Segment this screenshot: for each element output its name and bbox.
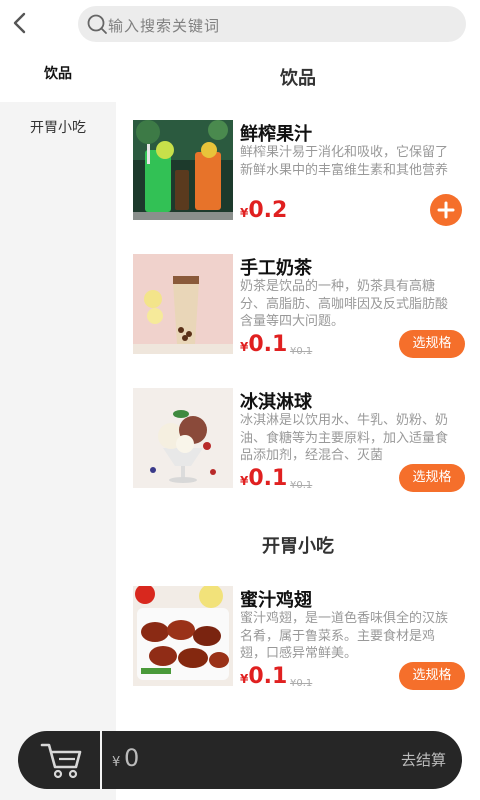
product-name: 蜜汁鸡翅 bbox=[240, 590, 312, 611]
product-image-juice bbox=[133, 120, 233, 220]
product-price: ¥0.1 bbox=[240, 332, 288, 357]
checkout-button[interactable]: 去结算 bbox=[401, 749, 446, 770]
original-price: ¥0.1 bbox=[290, 346, 313, 357]
section-title-snacks: 开胃小吃 bbox=[262, 536, 334, 557]
product-price: ¥0.2 bbox=[240, 198, 288, 223]
product-description: 鲜榨果汁易于消化和吸收，它保留了新鲜水果中的丰富维生素和其他营养 bbox=[240, 145, 449, 178]
product-image-ice-cream bbox=[133, 388, 233, 488]
product-description: 蜜汁鸡翅，是一道色香味俱全的汉族名肴，属于鲁菜系。主要食材是鸡翅，口感异常鲜美。 bbox=[240, 611, 449, 661]
add-to-cart-button[interactable] bbox=[430, 194, 462, 226]
original-price: ¥0.1 bbox=[290, 480, 313, 491]
product-image-chicken-wings bbox=[133, 586, 233, 686]
product-card[interactable]: 冰淇淋球 冰淇淋是以饮用水、牛乳、奶粉、奶油、食糖等为主要原料，加入适量食品添加… bbox=[116, 388, 480, 498]
product-description: 冰淇淋是以饮用水、牛乳、奶粉、奶油、食糖等为主要原料，加入适量食品添加剂，经混合… bbox=[240, 413, 449, 463]
section-title-drinks: 饮品 bbox=[280, 68, 316, 89]
search-icon bbox=[87, 14, 107, 34]
product-name: 手工奶茶 bbox=[240, 258, 312, 279]
cart-icon bbox=[40, 743, 82, 779]
product-list: 饮品 鲜榨果汁 鲜榨果汁易于消化和吸收，它保留了新鲜水果中的丰富维生素和其他营养… bbox=[116, 46, 480, 800]
original-price: ¥0.1 bbox=[290, 678, 313, 689]
product-card[interactable]: 蜜汁鸡翅 蜜汁鸡翅，是一道色香味俱全的汉族名肴，属于鲁菜系。主要食材是鸡翅，口感… bbox=[116, 586, 480, 696]
product-price: ¥0.1 bbox=[240, 664, 288, 689]
sidebar-item-snacks[interactable]: 开胃小吃 bbox=[0, 100, 116, 156]
product-description: 奶茶是饮品的一种，奶茶具有高糖分、高脂肪、高咖啡因及反式脂肪酸含量等四大问题。 bbox=[240, 279, 449, 329]
cart-summary: ¥ 0 去结算 bbox=[102, 731, 462, 789]
cart-currency: ¥ bbox=[112, 755, 121, 770]
cart-total: 0 bbox=[124, 744, 140, 772]
product-card[interactable]: 手工奶茶 奶茶是饮品的一种，奶茶具有高糖分、高脂肪、高咖啡因及反式脂肪酸含量等四… bbox=[116, 254, 480, 364]
product-name: 冰淇淋球 bbox=[240, 392, 312, 413]
select-spec-button[interactable]: 选规格 bbox=[399, 464, 465, 492]
category-sidebar: 饮品 开胃小吃 bbox=[0, 46, 116, 800]
select-spec-button[interactable]: 选规格 bbox=[399, 330, 465, 358]
top-bar: 输入搜索关键词 bbox=[0, 0, 480, 46]
product-price: ¥0.1 bbox=[240, 466, 288, 491]
product-image-milk-tea bbox=[133, 254, 233, 354]
sidebar-item-drinks[interactable]: 饮品 bbox=[0, 46, 116, 102]
select-spec-button[interactable]: 选规格 bbox=[399, 662, 465, 690]
search-input[interactable]: 输入搜索关键词 bbox=[108, 15, 220, 36]
back-arrow-icon[interactable] bbox=[6, 8, 34, 38]
plus-icon bbox=[437, 201, 455, 219]
product-card[interactable]: 鲜榨果汁 鲜榨果汁易于消化和吸收，它保留了新鲜水果中的丰富维生素和其他营养 ¥0… bbox=[116, 120, 480, 230]
product-name: 鲜榨果汁 bbox=[240, 124, 312, 145]
cart-button[interactable] bbox=[18, 731, 100, 789]
cart-bar: ¥ 0 去结算 bbox=[18, 731, 462, 789]
search-box[interactable]: 输入搜索关键词 bbox=[78, 6, 466, 42]
